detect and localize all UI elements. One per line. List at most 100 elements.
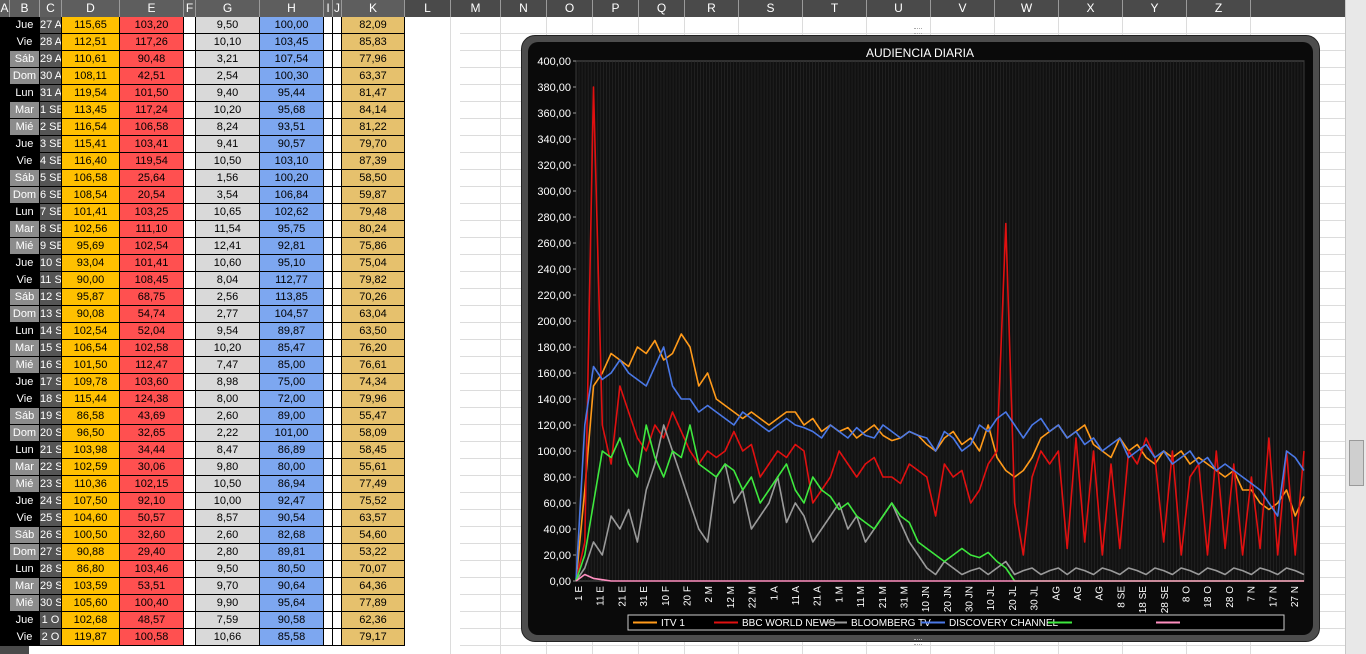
cell-k[interactable]: 64,36 (342, 578, 405, 595)
cell-g[interactable]: 9,40 (196, 85, 260, 102)
column-header-h[interactable]: H (260, 0, 324, 17)
cell-j[interactable] (333, 629, 342, 646)
cell-e[interactable]: 102,15 (120, 476, 184, 493)
cell-h[interactable]: 86,89 (260, 442, 324, 459)
chart-resize-handle-bottom[interactable] (914, 639, 922, 645)
cell-g[interactable]: 10,50 (196, 476, 260, 493)
cell-e[interactable]: 32,65 (120, 425, 184, 442)
cell-d[interactable]: 110,61 (62, 51, 120, 68)
cell-j[interactable] (333, 476, 342, 493)
cell-i[interactable] (324, 578, 333, 595)
cell-date[interactable]: 29 AG (40, 51, 62, 68)
cell-j[interactable] (333, 255, 342, 272)
cell-h[interactable]: 85,00 (260, 357, 324, 374)
cell-g[interactable]: 7,59 (196, 612, 260, 629)
cell-e[interactable]: 50,57 (120, 510, 184, 527)
cell-day[interactable]: Sáb (10, 408, 40, 425)
cell-j[interactable] (333, 425, 342, 442)
cell-a[interactable] (0, 289, 10, 306)
cell-j[interactable] (333, 153, 342, 170)
cell-h[interactable]: 95,64 (260, 595, 324, 612)
cell-date[interactable]: 11 SE (40, 272, 62, 289)
cell-day[interactable]: Mar (10, 221, 40, 238)
cell-k[interactable]: 59,87 (342, 187, 405, 204)
cell-e[interactable]: 48,57 (120, 612, 184, 629)
cell-e[interactable]: 42,51 (120, 68, 184, 85)
cell-a[interactable] (0, 68, 10, 85)
cell-i[interactable] (324, 357, 333, 374)
cell-d[interactable]: 102,54 (62, 323, 120, 340)
cell-g[interactable]: 10,10 (196, 34, 260, 51)
column-header-l[interactable]: L (405, 0, 451, 17)
cell-g[interactable]: 8,00 (196, 391, 260, 408)
cell-j[interactable] (333, 357, 342, 374)
cell-f[interactable] (184, 153, 196, 170)
cell-date[interactable]: 19 SE (40, 408, 62, 425)
cell-d[interactable]: 113,45 (62, 102, 120, 119)
cell-g[interactable]: 2,60 (196, 408, 260, 425)
cell-date[interactable]: 29 SE (40, 578, 62, 595)
cell-k[interactable]: 80,24 (342, 221, 405, 238)
cell-i[interactable] (324, 323, 333, 340)
cell-a[interactable] (0, 34, 10, 51)
cell-date[interactable]: 18 SE (40, 391, 62, 408)
cell-day[interactable]: Lun (10, 442, 40, 459)
cell-i[interactable] (324, 629, 333, 646)
cell-h[interactable]: 100,30 (260, 68, 324, 85)
cell-g[interactable]: 2,77 (196, 306, 260, 323)
cell-j[interactable] (333, 442, 342, 459)
cell-i[interactable] (324, 527, 333, 544)
cell-j[interactable] (333, 408, 342, 425)
column-header-w[interactable]: W (995, 0, 1059, 17)
cell-k[interactable]: 79,82 (342, 272, 405, 289)
cell-i[interactable] (324, 442, 333, 459)
cell-j[interactable] (333, 136, 342, 153)
cell-h[interactable]: 102,62 (260, 204, 324, 221)
cell-f[interactable] (184, 102, 196, 119)
cell-day[interactable]: Dom (10, 425, 40, 442)
cell-k[interactable]: 54,60 (342, 527, 405, 544)
cell-date[interactable]: 24 SE (40, 493, 62, 510)
cell-day[interactable]: Dom (10, 187, 40, 204)
cell-g[interactable]: 10,65 (196, 204, 260, 221)
column-header-x[interactable]: X (1059, 0, 1123, 17)
cell-g[interactable]: 11,54 (196, 221, 260, 238)
cell-a[interactable] (0, 425, 10, 442)
cell-f[interactable] (184, 357, 196, 374)
cell-date[interactable]: 9 SE (40, 238, 62, 255)
cell-e[interactable]: 25,64 (120, 170, 184, 187)
cell-date[interactable]: 26 SE (40, 527, 62, 544)
cell-d[interactable]: 86,80 (62, 561, 120, 578)
cell-e[interactable]: 32,60 (120, 527, 184, 544)
cell-e[interactable]: 106,58 (120, 119, 184, 136)
cell-d[interactable]: 101,50 (62, 357, 120, 374)
cell-k[interactable]: 63,37 (342, 68, 405, 85)
scrollbar-thumb[interactable] (1349, 440, 1364, 486)
cell-k[interactable]: 63,57 (342, 510, 405, 527)
cell-f[interactable] (184, 476, 196, 493)
cell-e[interactable]: 117,26 (120, 34, 184, 51)
cell-d[interactable]: 115,41 (62, 136, 120, 153)
cell-d[interactable]: 104,60 (62, 510, 120, 527)
cell-j[interactable] (333, 68, 342, 85)
cell-k[interactable]: 53,22 (342, 544, 405, 561)
cell-f[interactable] (184, 51, 196, 68)
column-header-k[interactable]: K (342, 0, 405, 17)
cell-d[interactable]: 106,54 (62, 340, 120, 357)
cell-g[interactable]: 10,20 (196, 102, 260, 119)
cell-i[interactable] (324, 170, 333, 187)
cell-e[interactable]: 101,50 (120, 85, 184, 102)
cell-g[interactable]: 8,47 (196, 442, 260, 459)
cell-day[interactable]: Vie (10, 34, 40, 51)
cell-g[interactable]: 2,22 (196, 425, 260, 442)
cell-g[interactable]: 9,41 (196, 136, 260, 153)
cell-a[interactable] (0, 612, 10, 629)
cell-e[interactable]: 54,74 (120, 306, 184, 323)
cell-i[interactable] (324, 425, 333, 442)
cell-day[interactable]: Sáb (10, 527, 40, 544)
cell-d[interactable]: 90,88 (62, 544, 120, 561)
column-header-y[interactable]: Y (1123, 0, 1187, 17)
cell-d[interactable]: 116,40 (62, 153, 120, 170)
cell-g[interactable]: 10,60 (196, 255, 260, 272)
cell-k[interactable]: 58,09 (342, 425, 405, 442)
